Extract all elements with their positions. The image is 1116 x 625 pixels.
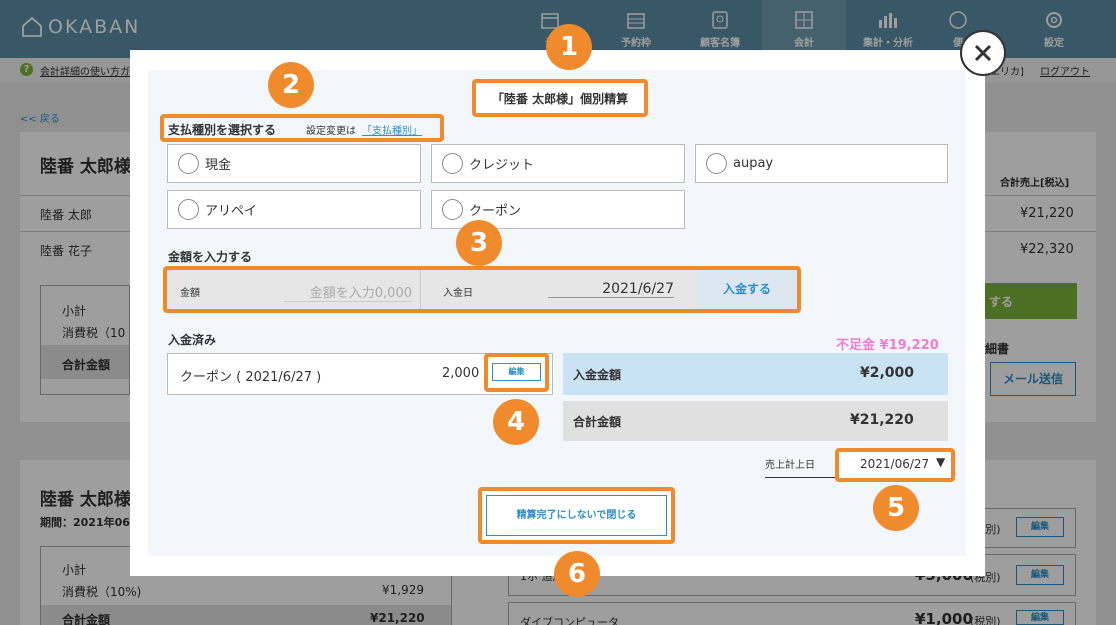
callout-badge-4: 4 — [493, 399, 539, 445]
option-label: クレジット — [469, 158, 535, 173]
close-icon — [974, 44, 992, 62]
callout-badge-1: 1 — [546, 24, 592, 70]
payment-option-aupay[interactable]: aupay — [695, 144, 948, 183]
paid-section-label: 入金済み — [168, 333, 217, 347]
amount-input[interactable]: 金額を入力0,000 — [284, 282, 412, 302]
paid-item-label: クーポン ( 2021/6/27 ) — [180, 370, 322, 385]
payment-option-cash[interactable]: 現金 — [167, 144, 421, 183]
payment-type-label: 支払種別を選択する — [168, 123, 277, 137]
callout-badge-6: 6 — [554, 551, 600, 597]
date-label: 入金日 — [443, 288, 473, 299]
shortage-amount: 不足金 ¥19,220 — [836, 338, 939, 353]
callout-badge-3: 3 — [456, 220, 502, 266]
option-label: aupay — [733, 156, 774, 171]
option-label: クーポン — [469, 204, 522, 219]
modal-body — [148, 70, 966, 556]
radio-icon — [178, 153, 199, 174]
option-label: アリペイ — [205, 204, 258, 219]
close-modal-button[interactable] — [960, 30, 1006, 76]
payment-type-settings-link[interactable]: 「支払種別」 — [362, 122, 422, 137]
grand-total-value: ¥21,220 — [850, 412, 914, 428]
radio-icon — [178, 199, 199, 220]
paid-total-value: ¥2,000 — [860, 365, 915, 381]
deposit-button[interactable]: 入金する — [697, 270, 797, 309]
amount-section-label: 金額を入力する — [168, 250, 253, 264]
callout-badge-2: 2 — [268, 62, 314, 108]
radio-icon — [442, 153, 463, 174]
modal-title: 「陸番 太郎様」個別精算 — [491, 92, 629, 106]
grand-total-label: 合計金額 — [573, 415, 622, 429]
radio-icon — [706, 153, 727, 174]
option-label: 現金 — [205, 158, 232, 173]
chevron-down-icon: ▼ — [936, 455, 946, 469]
payment-option-credit[interactable]: クレジット — [431, 144, 685, 183]
setting-note: 設定変更は — [306, 126, 356, 137]
close-without-finish-button[interactable]: 精算完了にしないで閉じる — [486, 495, 667, 536]
callout-badge-5: 5 — [873, 485, 919, 531]
amount-label: 金額 — [180, 288, 200, 299]
paid-item-amount: 2,000 — [442, 366, 480, 381]
radio-icon — [442, 199, 463, 220]
paid-total-label: 入金金額 — [573, 368, 622, 382]
date-input[interactable]: 2021/6/27 — [548, 281, 674, 298]
paid-edit-button[interactable]: 編集 — [492, 363, 541, 381]
payment-option-alipay[interactable]: アリペイ — [167, 190, 421, 229]
sales-date-value: 2021/06/27 — [860, 457, 930, 471]
sales-date-label: 売上計上日 — [765, 456, 837, 478]
